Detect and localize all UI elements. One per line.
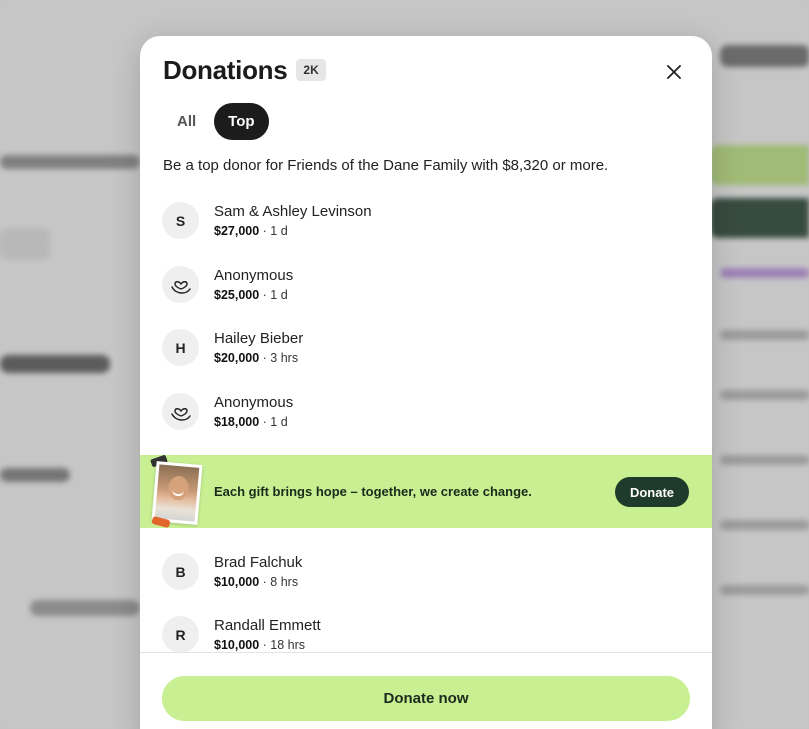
donor-name: Anonymous (214, 266, 294, 284)
donor-avatar: R (162, 616, 199, 653)
promo-donate-button[interactable]: Donate (614, 477, 689, 507)
donor-row: S Sam & Ashley Levinson $27,000 · 1 d (162, 202, 372, 239)
donor-amount: $25,000 (214, 287, 260, 302)
donor-meta: $10,000 · 18 hrs (214, 638, 321, 653)
meta-separator: · (259, 223, 271, 238)
close-icon (667, 65, 681, 79)
donor-time: 1 d (270, 287, 288, 302)
close-button[interactable] (660, 58, 688, 86)
donor-row: Anonymous $18,000 · 1 d (162, 393, 293, 430)
modal-title: Donations (163, 54, 288, 85)
heart-hand-icon (170, 280, 191, 294)
donor-meta: $25,000 · 1 d (214, 288, 293, 303)
donor-time: 18 hrs (270, 637, 306, 652)
donor-time: 1 d (270, 223, 288, 238)
donor-time: 1 d (270, 414, 288, 429)
meta-separator: · (259, 414, 271, 429)
donor-time: 3 hrs (270, 350, 299, 365)
donor-name: Anonymous (214, 393, 294, 411)
donor-row: Anonymous $25,000 · 1 d (162, 266, 293, 303)
donor-name: Sam & Ashley Levinson (214, 202, 372, 220)
donor-meta: $27,000 · 1 d (214, 224, 372, 239)
modal-footer: Donate now (140, 652, 712, 729)
meta-separator: · (259, 574, 271, 589)
donor-amount: $27,000 (214, 223, 260, 238)
donor-name: Randall Emmett (214, 616, 321, 634)
donor-avatar: B (162, 553, 199, 590)
donor-amount: $10,000 (214, 574, 260, 589)
meta-separator: · (259, 350, 271, 365)
anonymous-avatar (162, 393, 199, 430)
donor-row: R Randall Emmett $10,000 · 18 hrs (162, 616, 321, 653)
donor-amount: $18,000 (214, 414, 260, 429)
modal-header: Donations 2K (163, 54, 326, 86)
donor-name: Brad Falchuk (214, 553, 303, 571)
donation-count-badge: 2K (296, 59, 326, 81)
promo-text: Each gift brings hope – together, we cre… (214, 484, 532, 499)
donor-row: H Hailey Bieber $20,000 · 3 hrs (162, 329, 303, 366)
child-photo (151, 461, 203, 525)
top-donor-intro: Be a top donor for Friends of the Dane F… (163, 157, 609, 174)
donation-tabs: All Top (163, 103, 269, 140)
tab-top[interactable]: Top (214, 103, 269, 140)
donor-meta: $18,000 · 1 d (214, 415, 293, 430)
anonymous-avatar (162, 266, 199, 303)
donor-time: 8 hrs (270, 574, 299, 589)
donor-meta: $20,000 · 3 hrs (214, 351, 303, 366)
donor-amount: $20,000 (214, 350, 260, 365)
donor-avatar: S (162, 202, 199, 239)
donor-meta: $10,000 · 8 hrs (214, 575, 302, 590)
heart-hand-icon (170, 407, 191, 421)
promo-banner: Each gift brings hope – together, we cre… (140, 454, 712, 529)
tab-all[interactable]: All (163, 103, 210, 140)
meta-separator: · (259, 287, 271, 302)
donor-name: Hailey Bieber (214, 329, 304, 347)
donate-now-button[interactable]: Donate now (162, 676, 690, 721)
donor-amount: $10,000 (214, 637, 260, 652)
donations-modal: Donations 2K All Top Be a top donor for … (140, 36, 712, 729)
donor-row: B Brad Falchuk $10,000 · 8 hrs (162, 553, 302, 590)
meta-separator: · (259, 637, 271, 652)
donor-avatar: H (162, 329, 199, 366)
